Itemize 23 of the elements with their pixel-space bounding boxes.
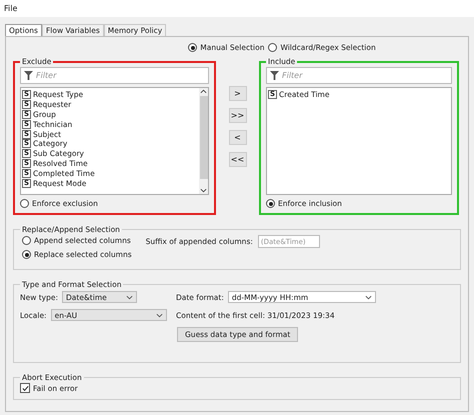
filter-icon <box>24 71 33 80</box>
move-button[interactable]: << <box>228 152 246 167</box>
move-button[interactable]: > <box>228 86 246 101</box>
filter-field[interactable]: Filter <box>266 67 452 84</box>
filter-icon <box>270 71 279 80</box>
move-button[interactable]: < <box>228 130 246 145</box>
checkbox[interactable] <box>20 383 30 393</box>
filter-field[interactable]: Filter <box>20 67 209 84</box>
radio-button[interactable] <box>188 43 198 52</box>
radio-button[interactable] <box>22 250 31 259</box>
scroll-up-icon[interactable] <box>200 88 207 95</box>
chevron-down-icon <box>156 312 163 318</box>
radio-button[interactable] <box>266 199 275 208</box>
scroll-thumb[interactable] <box>200 96 208 179</box>
scrollbar[interactable] <box>199 88 208 194</box>
chevron-down-icon <box>364 294 372 300</box>
scroll-down-icon[interactable] <box>200 187 207 194</box>
radio-button[interactable] <box>268 43 278 52</box>
radio-button[interactable] <box>20 199 29 208</box>
radio-button[interactable] <box>22 236 31 245</box>
chevron-down-icon <box>126 294 134 300</box>
menu-item[interactable]: File <box>4 4 18 13</box>
move-button[interactable]: >> <box>228 108 246 123</box>
